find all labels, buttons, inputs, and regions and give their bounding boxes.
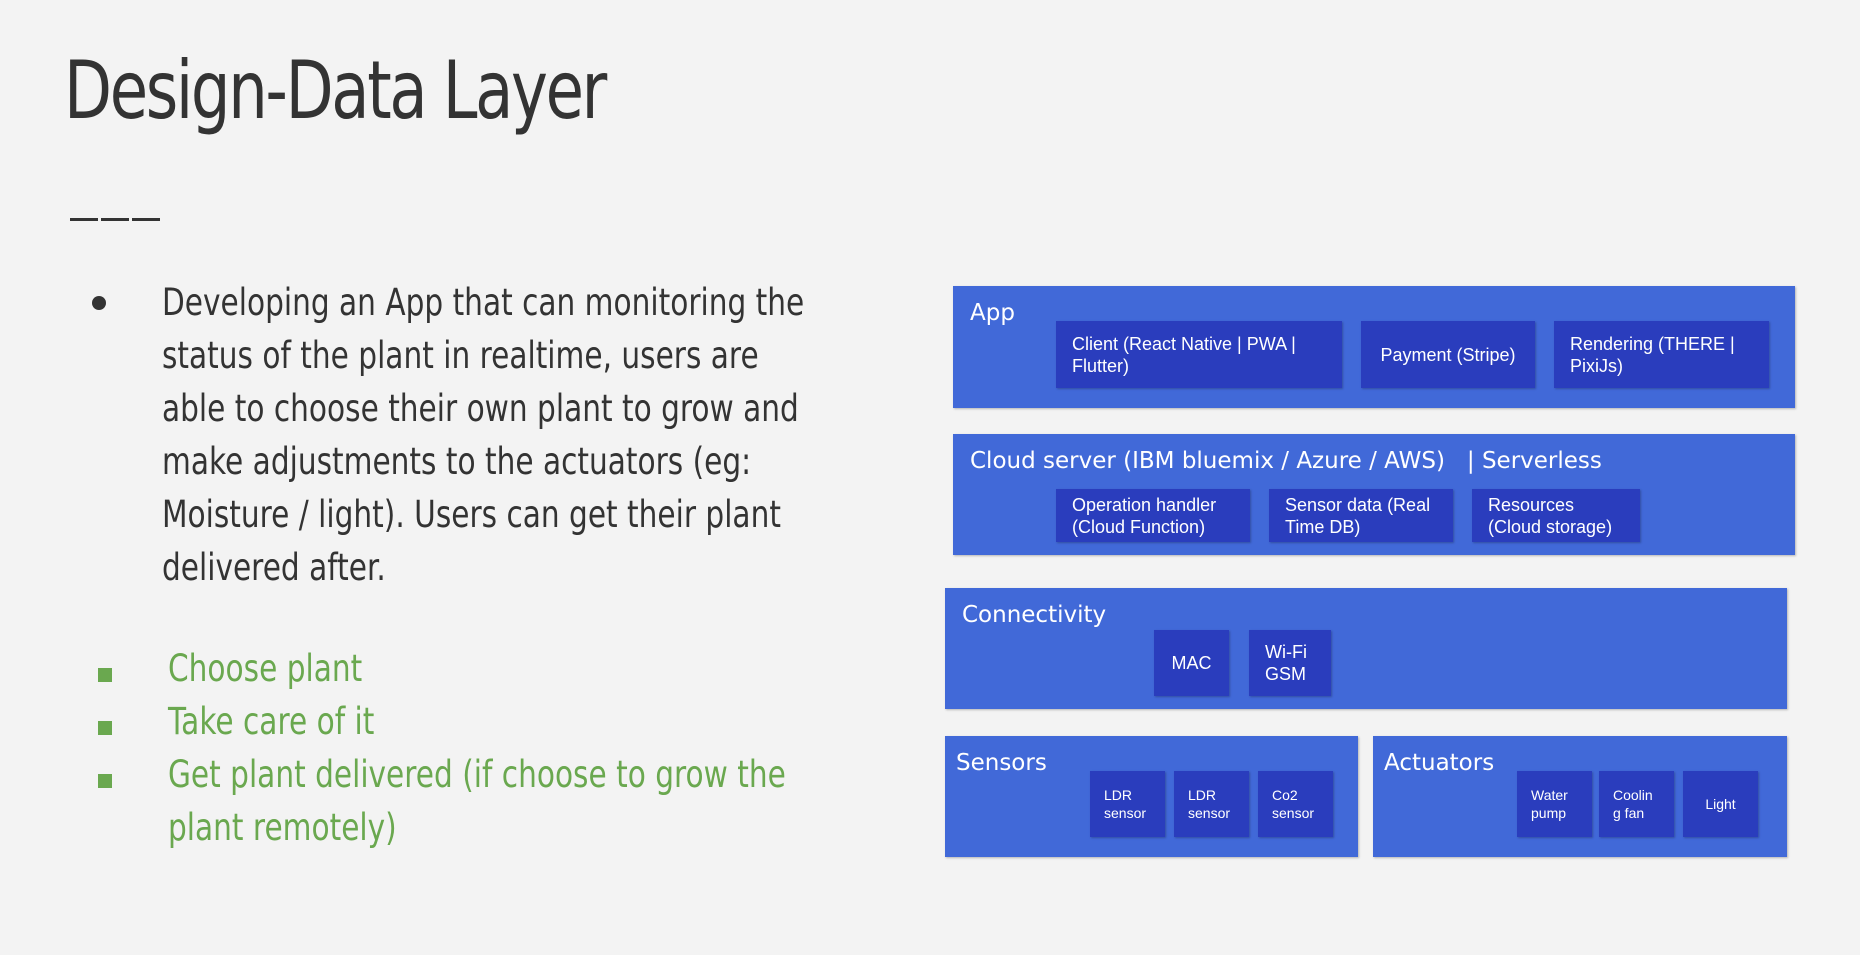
step-text: Take care of it bbox=[168, 700, 375, 743]
square-bullet-icon bbox=[98, 774, 112, 788]
steps-list: Choose plant Take care of it Get plant d… bbox=[96, 642, 996, 854]
actuators-layer: Actuators Water pump Coolin g fan Light bbox=[1373, 736, 1787, 857]
mac-box: MAC bbox=[1154, 630, 1229, 696]
list-item: Choose plant bbox=[96, 642, 996, 695]
list-item: Take care of it bbox=[96, 695, 996, 748]
layer-title: Cloud server (IBM bluemix / Azure / AWS)… bbox=[970, 448, 1602, 474]
layer-title: App bbox=[970, 300, 1015, 326]
light-box: Light bbox=[1683, 771, 1758, 837]
wifi-gsm-box: Wi-Fi GSM bbox=[1249, 630, 1331, 696]
resources-box: Resources (Cloud storage) bbox=[1472, 489, 1640, 542]
app-layer: App Client (React Native | PWA | Flutter… bbox=[953, 286, 1795, 408]
rendering-box: Rendering (THERE | PixiJs) bbox=[1554, 321, 1769, 388]
square-bullet-icon bbox=[98, 668, 112, 682]
client-box: Client (React Native | PWA | Flutter) bbox=[1056, 321, 1342, 388]
co2-sensor-box: Co2 sensor bbox=[1258, 771, 1333, 837]
connectivity-layer: Connectivity MAC Wi-Fi GSM bbox=[945, 588, 1787, 709]
cooling-fan-box: Coolin g fan bbox=[1599, 771, 1674, 837]
sensors-layer: Sensors LDR sensor LDR sensor Co2 sensor bbox=[945, 736, 1358, 857]
bullet-dot-icon bbox=[92, 296, 106, 310]
ldr-sensor-box: LDR sensor bbox=[1174, 771, 1249, 837]
step-text: Get plant delivered (if choose to grow t… bbox=[168, 753, 786, 849]
description-text: Developing an App that can monitoring th… bbox=[162, 281, 805, 589]
layer-title: Actuators bbox=[1384, 750, 1495, 776]
layer-title: Connectivity bbox=[962, 602, 1107, 628]
layer-title: Sensors bbox=[956, 750, 1047, 776]
square-bullet-icon bbox=[98, 721, 112, 735]
list-item: Get plant delivered (if choose to grow t… bbox=[96, 748, 996, 854]
water-pump-box: Water pump bbox=[1517, 771, 1592, 837]
slide: Design-Data Layer Developing an App that… bbox=[0, 0, 1860, 955]
ldr-sensor-box: LDR sensor bbox=[1090, 771, 1165, 837]
step-text: Choose plant bbox=[168, 647, 363, 690]
page-title: Design-Data Layer bbox=[64, 44, 607, 137]
operation-handler-box: Operation handler (Cloud Function) bbox=[1056, 489, 1250, 542]
cloud-layer: Cloud server (IBM bluemix / Azure / AWS)… bbox=[953, 434, 1795, 555]
sensor-data-box: Sensor data (Real Time DB) bbox=[1269, 489, 1453, 542]
title-divider bbox=[70, 208, 163, 226]
payment-box: Payment (Stripe) bbox=[1361, 321, 1535, 388]
